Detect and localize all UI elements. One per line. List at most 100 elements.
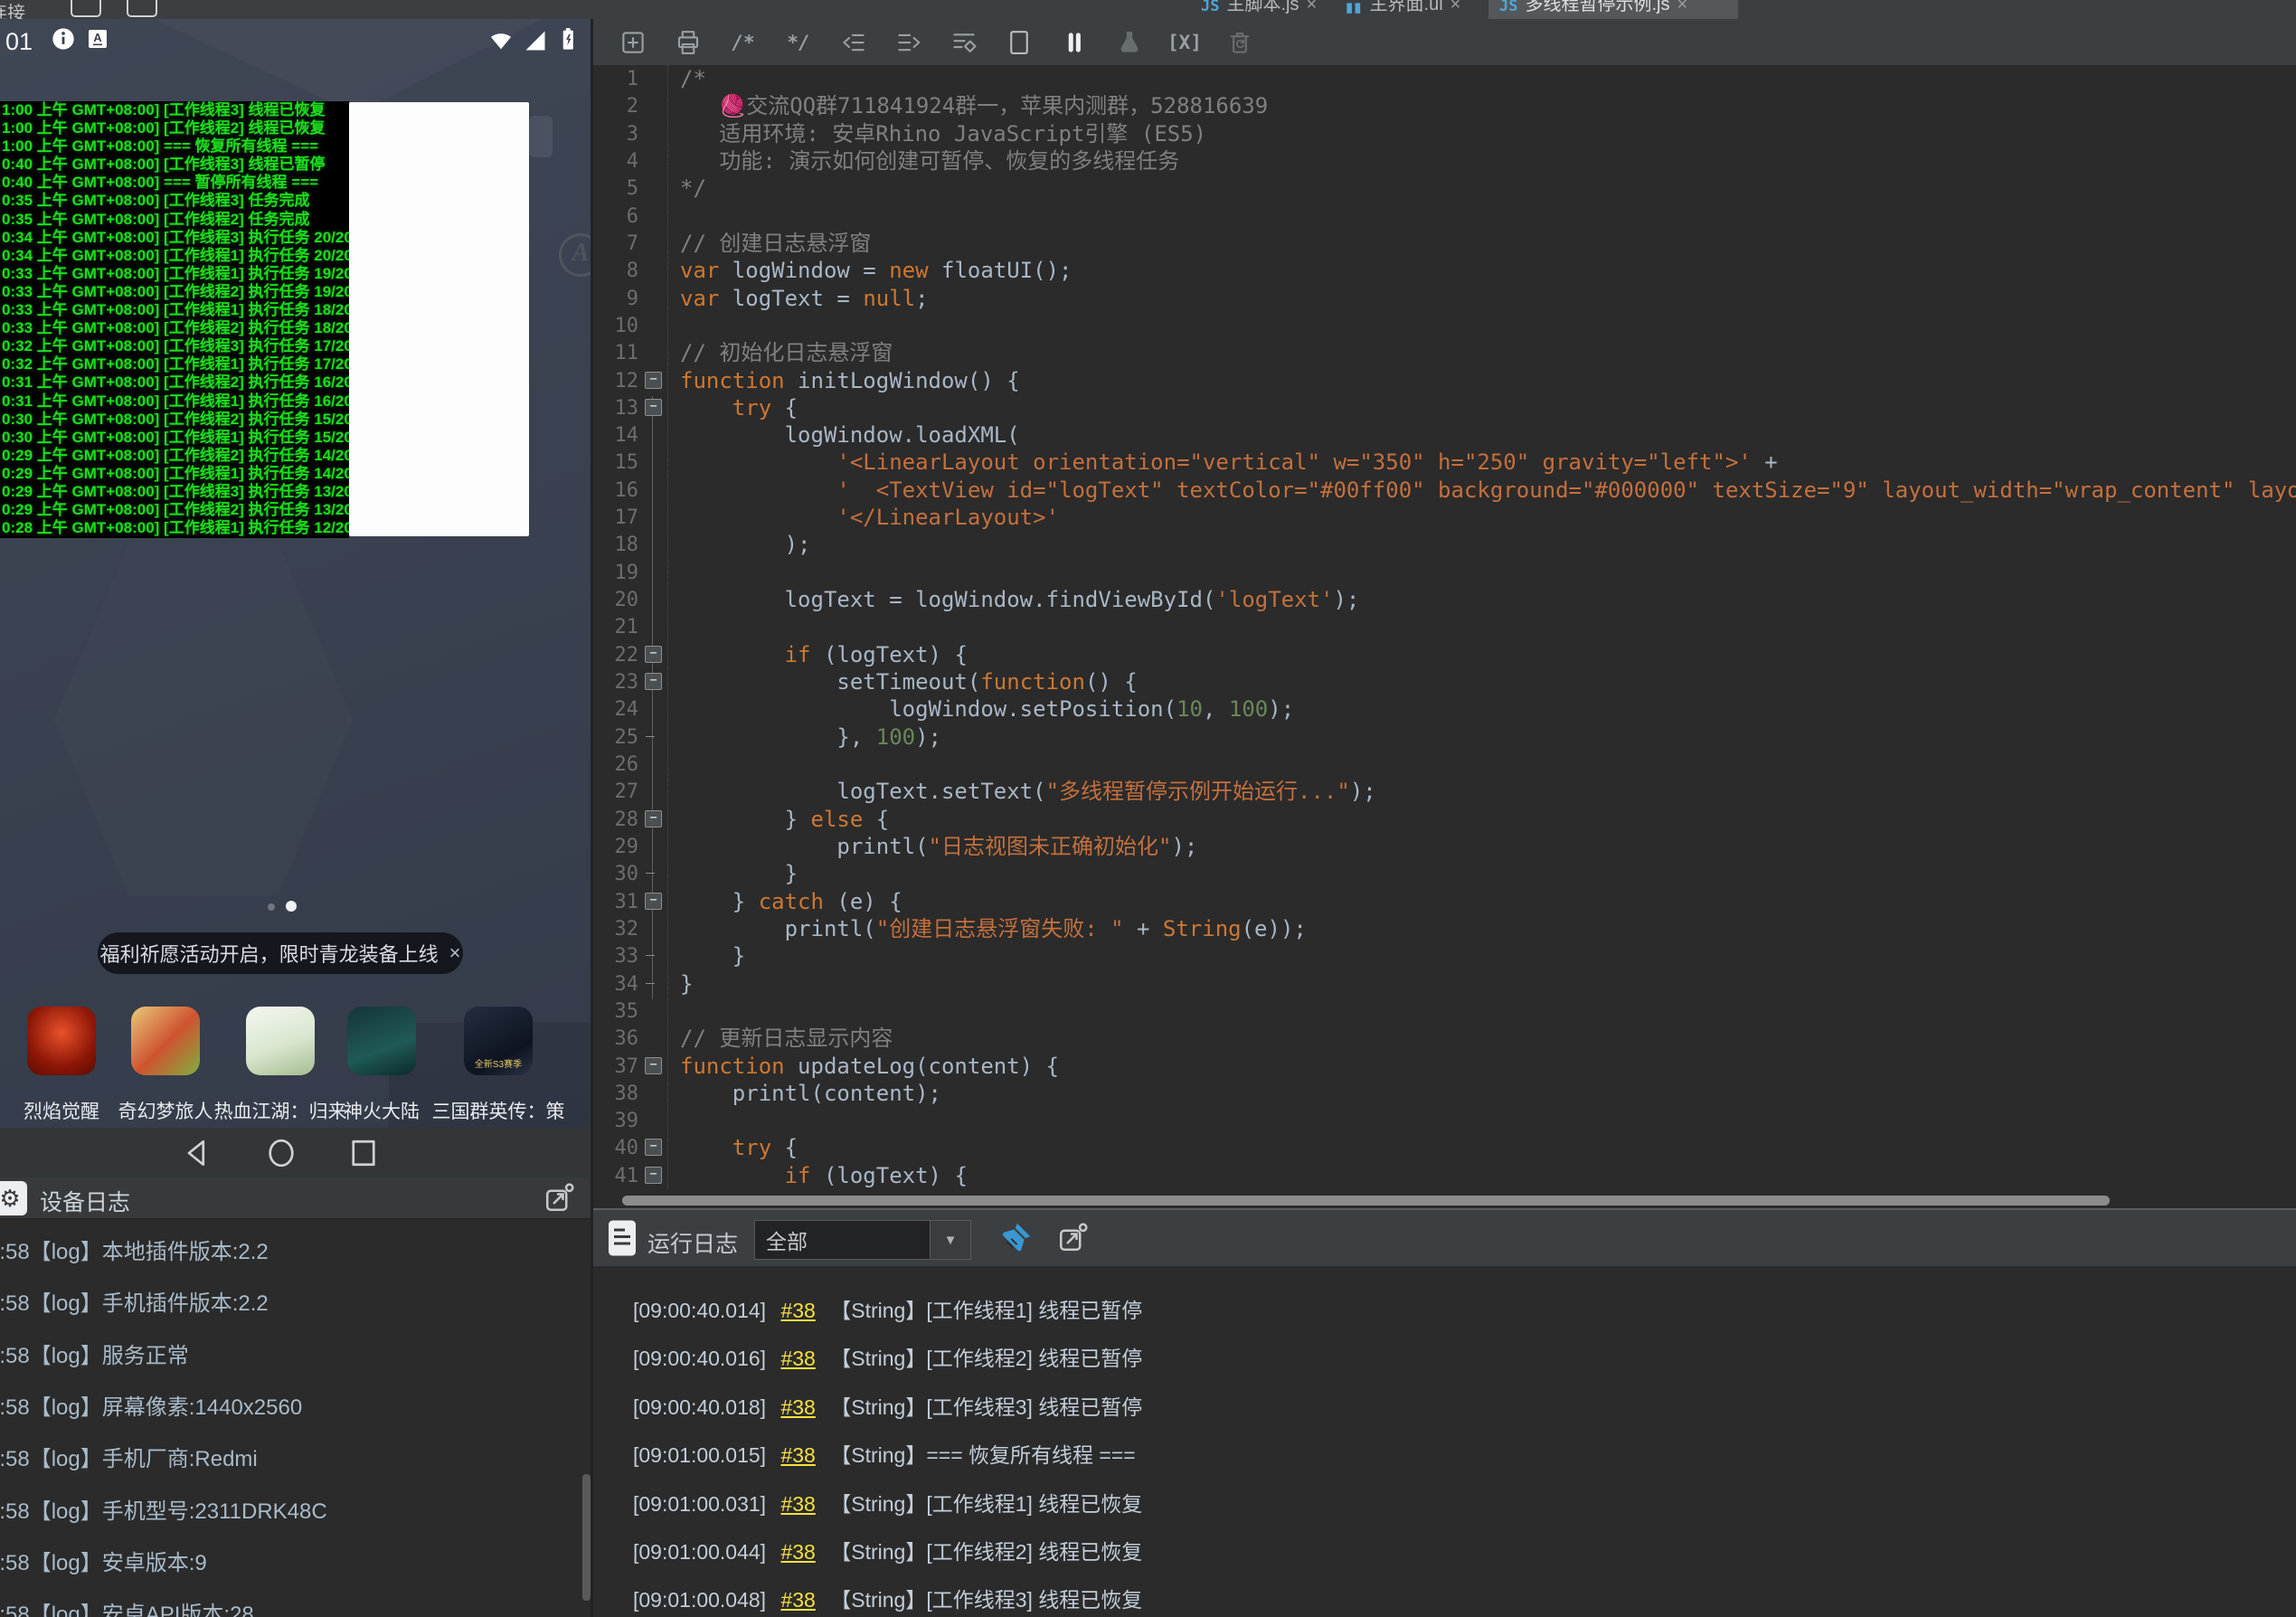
- fold-marker[interactable]: −: [645, 673, 662, 691]
- overlay-log-line: 0:29 上午 GMT+08:00] [工作线程3] 执行任务 13/20: [2, 482, 349, 500]
- log-ref-link[interactable]: #38: [780, 1299, 815, 1322]
- print-icon[interactable]: [670, 25, 706, 60]
- log-time: [09:00:40.018]: [633, 1395, 767, 1419]
- fold-marker[interactable]: −: [645, 1056, 662, 1074]
- log-list-icon: [606, 1219, 638, 1259]
- blank-white-panel: [349, 102, 529, 536]
- overlay-log-line: 1:00 上午 GMT+08:00] === 恢复所有线程 ===: [2, 137, 319, 156]
- run-log-entry: [09:00:40.016] #38 【String】[工作线程2] 线程已暂停: [633, 1334, 1142, 1383]
- log-message: [工作线程2] 线程已暂停: [926, 1347, 1143, 1371]
- window-tool-icon[interactable]: [71, 0, 101, 17]
- fold-marker[interactable]: −: [645, 1139, 662, 1157]
- banner-text: 福利祈愿活动开启，限时青龙装备上线: [99, 943, 439, 966]
- close-icon[interactable]: ×: [1450, 0, 1461, 15]
- comment-open-icon[interactable]: /*: [725, 25, 761, 60]
- code-editor[interactable]: 1/* 2 🧶交流QQ群711841924群一，苹果内测群，528816639 3 …: [593, 65, 2296, 1190]
- panel-divider[interactable]: [591, 19, 593, 1617]
- line-number: 30: [614, 863, 639, 886]
- format-code-icon[interactable]: [946, 25, 982, 60]
- overlay-log-line: 0:33 上午 GMT+08:00] [工作线程2] 执行任务 18/20: [2, 319, 349, 337]
- log-ref-link[interactable]: #38: [780, 1347, 815, 1370]
- app-icon[interactable]: [27, 1007, 96, 1075]
- log-ref-link[interactable]: #38: [780, 1395, 815, 1419]
- fold-marker[interactable]: −: [645, 645, 662, 663]
- code-line: }: [680, 861, 798, 887]
- code-line: logWindow.loadXML(: [680, 422, 1020, 449]
- phone-mirror[interactable]: 01 A 1:00 上午 GMT+08:00] [工作线程3] 线程已恢复 1:0…: [0, 19, 591, 1177]
- code-line: } else {: [680, 806, 890, 832]
- code-line: 功能: 演示如何创建可暂停、恢复的多线程任务: [680, 147, 1180, 174]
- code-line: }: [680, 943, 746, 969]
- run-log-entry: [09:00:40.014] #38 【String】[工作线程1] 线程已暂停: [633, 1286, 1142, 1335]
- line-number: 31: [614, 890, 639, 913]
- run-log-entry: [09:01:00.015] #38 【String】=== 恢复所有线程 ==…: [633, 1431, 1136, 1480]
- fold-marker[interactable]: −: [645, 809, 662, 827]
- window-tool-icon[interactable]: [127, 0, 157, 17]
- device-log-list: 8:58【log】本地插件版本:2.2 8:58【log】手机插件版本:2.2 8:…: [0, 1219, 581, 1617]
- editor-tab[interactable]: JS 多线程暂停示例.js ×: [1488, 0, 1738, 19]
- flask-icon[interactable]: [1111, 25, 1148, 60]
- code-line: '</LinearLayout>': [836, 505, 1060, 531]
- open-in-window-icon[interactable]: [543, 1182, 575, 1215]
- log-ref-link[interactable]: #38: [780, 1492, 815, 1516]
- outdent-icon[interactable]: [836, 25, 872, 60]
- code-line: logWindow.setPosition(10, 100);: [680, 696, 1295, 723]
- line-number: 32: [614, 917, 639, 941]
- carousel-dot[interactable]: [268, 903, 275, 911]
- clear-trash-icon[interactable]: [1222, 25, 1258, 60]
- gear-icon[interactable]: ⚙: [0, 1181, 27, 1215]
- close-icon[interactable]: ×: [449, 941, 461, 965]
- add-icon[interactable]: [615, 25, 651, 60]
- code-line: function initLogWindow() {: [680, 367, 1020, 393]
- line-number: 20: [614, 589, 639, 612]
- log-message: [工作线程2] 线程已恢复: [926, 1540, 1143, 1564]
- recents-icon[interactable]: [347, 1137, 380, 1169]
- log-ref-link[interactable]: #38: [780, 1588, 815, 1612]
- variables-icon[interactable]: [X]: [1167, 25, 1203, 60]
- log-ref-link[interactable]: #38: [780, 1540, 815, 1564]
- line-number: 11: [614, 342, 639, 365]
- home-icon[interactable]: [265, 1137, 298, 1169]
- overlay-log-line: 1:00 上午 GMT+08:00] [工作线程3] 线程已恢复: [2, 101, 326, 118]
- line-number: 29: [614, 835, 639, 858]
- app-icon[interactable]: [246, 1007, 315, 1075]
- line-number: 27: [614, 780, 639, 804]
- comment-close-icon[interactable]: */: [780, 25, 817, 60]
- close-icon[interactable]: ×: [1306, 0, 1317, 15]
- app-icon[interactable]: [131, 1007, 200, 1075]
- back-icon[interactable]: [181, 1137, 213, 1169]
- fold-marker[interactable]: −: [645, 398, 662, 416]
- indent-icon[interactable]: [891, 25, 927, 60]
- device-log-entry: 8:58【log】手机型号:2311DRK48C: [0, 1499, 327, 1524]
- fold-marker[interactable]: −: [645, 371, 662, 389]
- stop-frame-icon[interactable]: [1001, 25, 1037, 60]
- code-line: }: [680, 970, 694, 997]
- app-icon[interactable]: 全新S3赛季: [464, 1007, 533, 1075]
- fold-marker[interactable]: −: [645, 1166, 662, 1184]
- fold-end-marker: [646, 982, 655, 984]
- editor-tab[interactable]: JS 主脚本.js ×: [1190, 0, 1331, 19]
- promo-banner[interactable]: 福利祈愿活动开启，限时青龙装备上线 ×: [98, 932, 463, 974]
- overlay-log-line: 0:30 上午 GMT+08:00] [工作线程1] 执行任务 15/20: [2, 428, 349, 446]
- svg-text:A: A: [93, 31, 102, 44]
- code-line: } catch (e) {: [680, 888, 902, 914]
- close-icon[interactable]: ×: [1677, 0, 1687, 15]
- device-log-scrollbar[interactable]: [582, 1474, 591, 1601]
- line-number: 15: [614, 451, 639, 475]
- fold-marker[interactable]: −: [645, 892, 662, 910]
- pause-icon[interactable]: [1056, 25, 1092, 60]
- device-log-entry: 8:58【log】手机插件版本:2.2: [0, 1291, 269, 1317]
- app-icon[interactable]: [347, 1007, 416, 1075]
- overlay-log-line: 0:29 上午 GMT+08:00] [工作线程1] 执行任务 14/20: [2, 464, 349, 482]
- clear-log-brush-icon[interactable]: [998, 1221, 1033, 1255]
- editor-hscrollbar[interactable]: [622, 1196, 2110, 1206]
- log-ref-link[interactable]: #38: [780, 1443, 815, 1467]
- editor-tab[interactable]: ▮▮ 主界面.ui ×: [1335, 0, 1485, 19]
- open-in-window-icon[interactable]: [1056, 1222, 1089, 1254]
- log-filter-dropdown[interactable]: 全部 ▼: [754, 1220, 971, 1260]
- code-line: var logText = null;: [680, 285, 929, 311]
- line-number: 34: [614, 972, 639, 996]
- chevron-down-icon[interactable]: ▼: [930, 1221, 970, 1259]
- carousel-dot-active[interactable]: [286, 901, 297, 912]
- device-log-title: 设备日志: [40, 1190, 131, 1215]
